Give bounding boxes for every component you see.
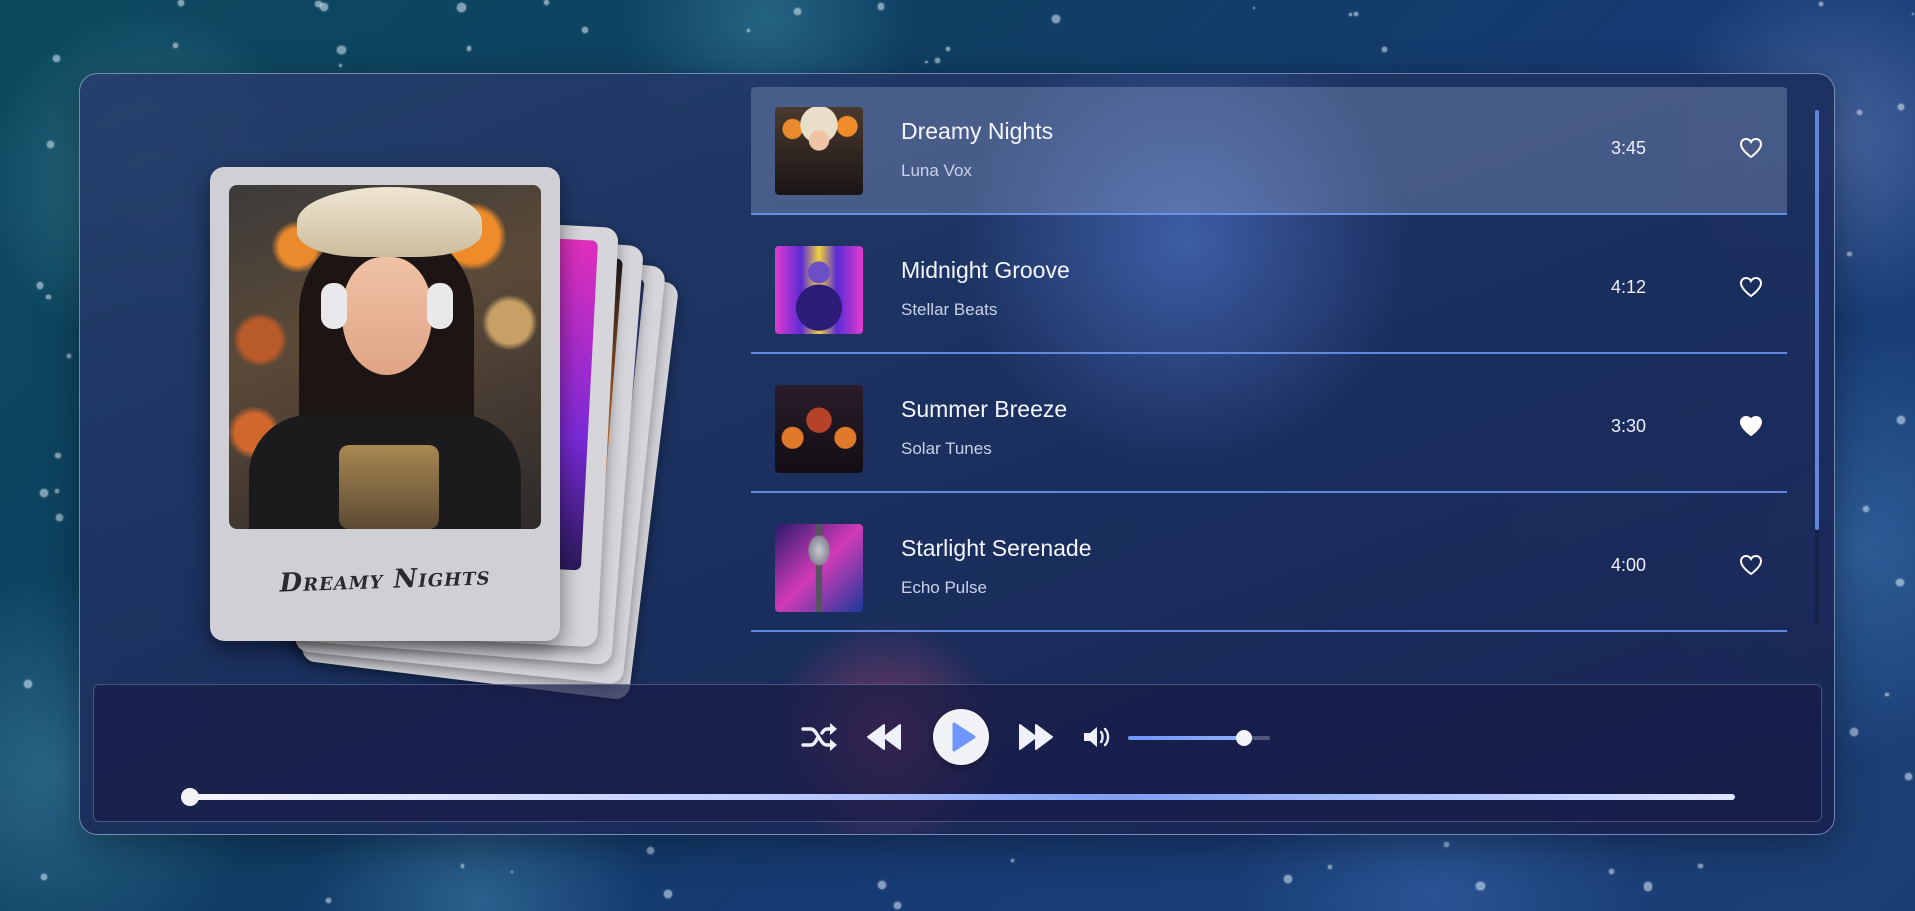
track-title: Midnight Groove [901,257,1070,283]
now-playing-caption: Dreamy Nights [279,561,491,599]
heart-filled-icon[interactable] [1739,415,1763,437]
heart-outline-icon[interactable] [1739,137,1763,159]
track-artist: Luna Vox [901,161,972,180]
track-thumbnail [775,246,863,334]
track-artist: Echo Pulse [901,578,987,597]
track-duration: 4:00 [1611,555,1647,575]
track-duration: 4:12 [1611,277,1647,297]
playback-controls [93,684,1822,822]
track-title: Summer Breeze [901,396,1068,422]
heart-outline-icon[interactable] [1739,554,1763,576]
progress-handle[interactable] [181,788,199,806]
album-art [229,185,541,529]
music-player: Dreamy Nights Dreamy Nights Luna Vox 3:4… [79,73,1835,835]
play-icon [952,722,976,752]
track-duration: 3:45 [1611,138,1647,158]
track-artist: Stellar Beats [901,300,998,319]
track-list: Dreamy Nights Luna Vox 3:45 Midnight Gro… [751,87,1787,647]
track-list-scrollbar[interactable] [1815,110,1819,624]
heart-outline-icon[interactable] [1739,276,1763,298]
track-row[interactable]: Midnight Groove Stellar Beats 4:12 [751,226,1787,354]
track-row[interactable]: Dreamy Nights Luna Vox 3:45 [751,87,1787,215]
track-row[interactable]: Starlight Serenade Echo Pulse 4:00 [751,504,1787,632]
track-thumbnail [775,107,863,195]
track-row[interactable]: Summer Breeze Solar Tunes 3:30 [751,365,1787,493]
album-stack: Dreamy Nights [210,167,690,701]
track-title: Dreamy Nights [901,118,1054,144]
track-thumbnail [775,524,863,612]
shuffle-icon[interactable] [800,720,840,754]
scrollbar-thumb[interactable] [1815,110,1819,530]
now-playing-card[interactable]: Dreamy Nights [210,167,560,641]
track-duration: 3:30 [1611,416,1647,436]
volume-icon[interactable] [1082,723,1116,751]
progress-bar[interactable] [181,788,1735,806]
fast-forward-icon[interactable] [1016,721,1056,753]
track-title: Starlight Serenade [901,535,1092,561]
play-button[interactable] [933,709,989,765]
volume-slider-handle[interactable] [1236,730,1253,746]
volume-slider[interactable] [1128,730,1270,746]
track-thumbnail [775,385,863,473]
volume-slider-fill [1128,736,1245,740]
track-artist: Solar Tunes [901,439,992,458]
rewind-icon[interactable] [864,721,904,753]
